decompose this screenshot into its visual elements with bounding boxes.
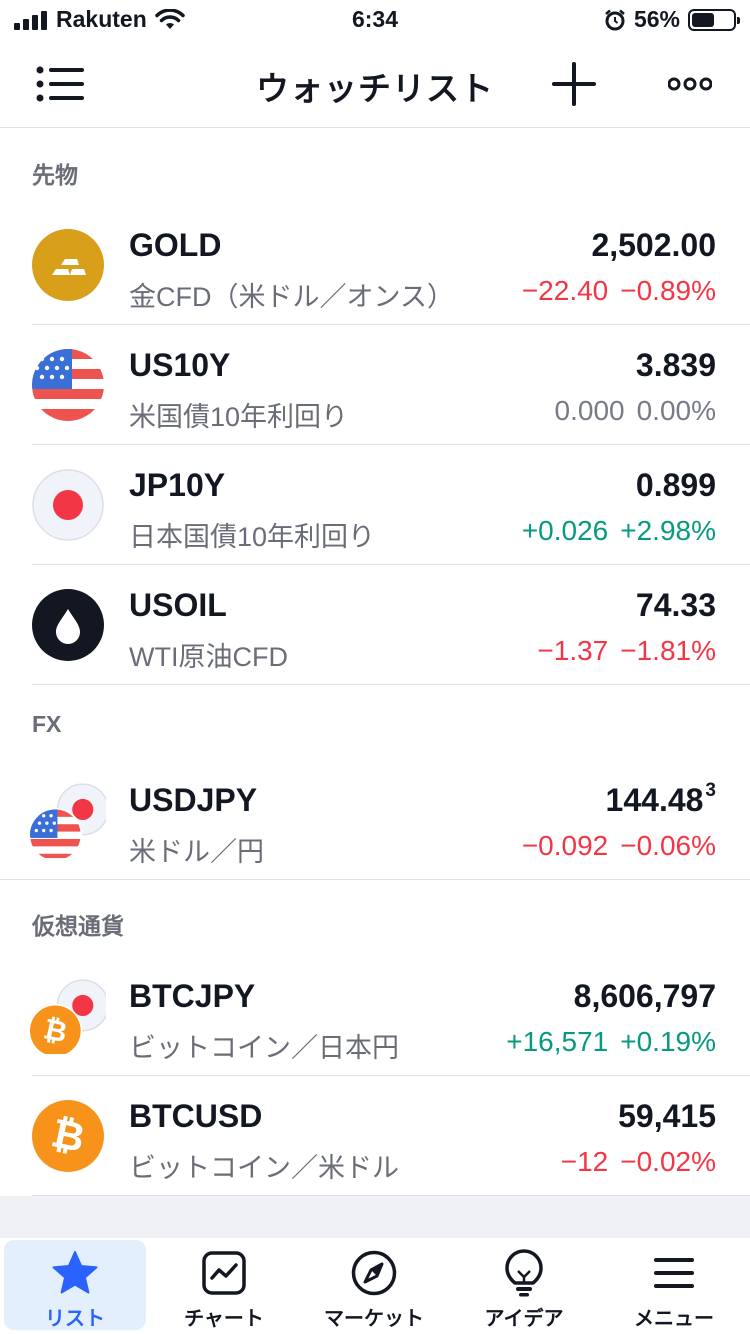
alarm-icon <box>605 9 625 30</box>
row-description: 米国債10年利回り <box>129 402 349 432</box>
section-header-futures: 先物 <box>32 162 78 188</box>
tab-label: マーケット <box>324 1308 424 1330</box>
bottom-tab-bar: リスト チャート マーケット アイデア メニュー <box>0 1238 750 1334</box>
change-value: +0.026 <box>521 515 609 546</box>
watchlist-row-usdjpy[interactable]: USDJPY 米ドル／円 144.48 3 −0.092 −0.06% <box>0 760 750 880</box>
row-price: 74.33 <box>635 587 716 623</box>
row-change: 0.000 0.00% <box>555 395 716 427</box>
tab-label: チャート <box>184 1308 264 1330</box>
change-percent: −0.89% <box>620 275 716 306</box>
tab-ideas[interactable]: アイデア <box>453 1240 595 1330</box>
star-icon <box>52 1251 98 1294</box>
change-value: −1.37 <box>537 635 609 666</box>
battery-percent: 56% <box>633 6 680 32</box>
row-divider <box>0 879 750 880</box>
oil-drop-icon <box>32 589 104 661</box>
change-percent: −0.06% <box>620 830 716 861</box>
japan-flag-icon <box>32 469 104 541</box>
tab-label: リスト <box>45 1308 105 1330</box>
tab-label: アイデア <box>484 1308 564 1330</box>
battery-icon <box>688 8 740 31</box>
change-value: −0.092 <box>521 830 609 861</box>
chart-icon <box>202 1251 246 1295</box>
row-symbol: BTCJPY <box>129 978 256 1014</box>
change-percent: 0.00% <box>636 395 716 426</box>
row-symbol: JP10Y <box>129 467 226 503</box>
change-value: +16,571 <box>506 1026 609 1057</box>
nav-bar: ウォッチリスト <box>0 40 750 128</box>
tab-list[interactable]: リスト <box>4 1240 146 1330</box>
btc-jpy-icon: ₿ <box>30 979 106 1054</box>
add-symbol-button[interactable] <box>548 58 600 110</box>
row-symbol: USDJPY <box>129 782 258 818</box>
change-percent: +2.98% <box>620 515 716 546</box>
row-description: ビットコイン／日本円 <box>129 1033 399 1063</box>
row-symbol: GOLD <box>129 227 222 263</box>
row-symbol: BTCUSD <box>129 1098 263 1134</box>
row-divider <box>32 684 750 685</box>
row-change: −0.092 −0.06% <box>522 830 716 862</box>
tab-chart[interactable]: チャート <box>153 1240 295 1330</box>
row-description: 米ドル／円 <box>129 837 264 867</box>
row-description: 日本国債10年利回り <box>129 522 376 552</box>
watchlist-row-gold[interactable]: GOLD 金CFD（米ドル／オンス） 2,502.00 −22.40 −0.89% <box>0 205 750 325</box>
change-percent: −1.81% <box>620 635 716 666</box>
tab-label: メニュー <box>634 1308 714 1330</box>
row-price: 0.899 <box>635 467 716 503</box>
row-price: 59,415 <box>618 1098 716 1134</box>
row-description: ビットコイン／米ドル <box>129 1153 399 1183</box>
status-bar: Rakuten 6:34 56% <box>0 0 750 40</box>
change-value: 0.000 <box>554 395 625 426</box>
row-symbol: USOIL <box>129 587 227 623</box>
row-change: −22.40 −0.89% <box>522 275 716 307</box>
more-options-button[interactable] <box>664 58 716 110</box>
usd-jpy-flags-icon <box>30 783 106 858</box>
watchlist-row-us10y[interactable]: US10Y 米国債10年利回り 3.839 0.000 0.00% <box>0 325 750 445</box>
row-change: +0.026 +2.98% <box>522 515 716 547</box>
list-footer-strip <box>0 1196 750 1238</box>
watchlist-row-jp10y[interactable]: JP10Y 日本国債10年利回り 0.899 +0.026 +2.98% <box>0 445 750 565</box>
tab-market[interactable]: マーケット <box>303 1240 445 1330</box>
watchlist-row-btcusd[interactable]: ₿ BTCUSD ビットコイン／米ドル 59,415 −12 −0.02% <box>0 1076 750 1196</box>
change-value: −22.40 <box>521 275 609 306</box>
bitcoin-icon: ₿ <box>32 1100 104 1172</box>
change-percent: +0.19% <box>620 1026 716 1057</box>
compass-icon <box>351 1250 397 1296</box>
price-superscript: 3 <box>705 780 716 801</box>
row-price: 2,502.00 <box>591 227 716 263</box>
lightbulb-icon <box>505 1249 543 1297</box>
change-value: −12 <box>560 1146 609 1177</box>
more-dots-icon <box>668 77 712 91</box>
change-percent: −0.02% <box>620 1146 716 1177</box>
row-price: 8,606,797 <box>573 978 716 1014</box>
page-title: ウォッチリスト <box>256 70 494 107</box>
plus-icon <box>552 62 596 106</box>
us-flag-icon <box>32 349 104 421</box>
row-change: +16,571 +0.19% <box>506 1026 716 1058</box>
section-header-crypto: 仮想通貨 <box>32 913 124 939</box>
row-price: 144.48 3 <box>605 780 716 818</box>
row-description: WTI原油CFD <box>129 642 288 672</box>
watchlist-row-btcjpy[interactable]: ₿ BTCJPY ビットコイン／日本円 8,606,797 +16,571 +0.… <box>0 956 750 1076</box>
row-symbol: US10Y <box>129 347 231 383</box>
watchlist-row-usoil[interactable]: USOIL WTI原油CFD 74.33 −1.37 −1.81% <box>0 565 750 685</box>
row-change: −1.37 −1.81% <box>537 635 716 667</box>
section-header-fx: FX <box>32 711 62 737</box>
row-change: −12 −0.02% <box>561 1146 716 1178</box>
row-description: 金CFD（米ドル／オンス） <box>129 282 454 312</box>
gold-bars-icon <box>32 229 104 301</box>
status-right: 56% <box>604 6 740 33</box>
tab-menu[interactable]: メニュー <box>603 1240 745 1330</box>
menu-icon <box>654 1258 694 1288</box>
row-price: 3.839 <box>635 347 716 383</box>
